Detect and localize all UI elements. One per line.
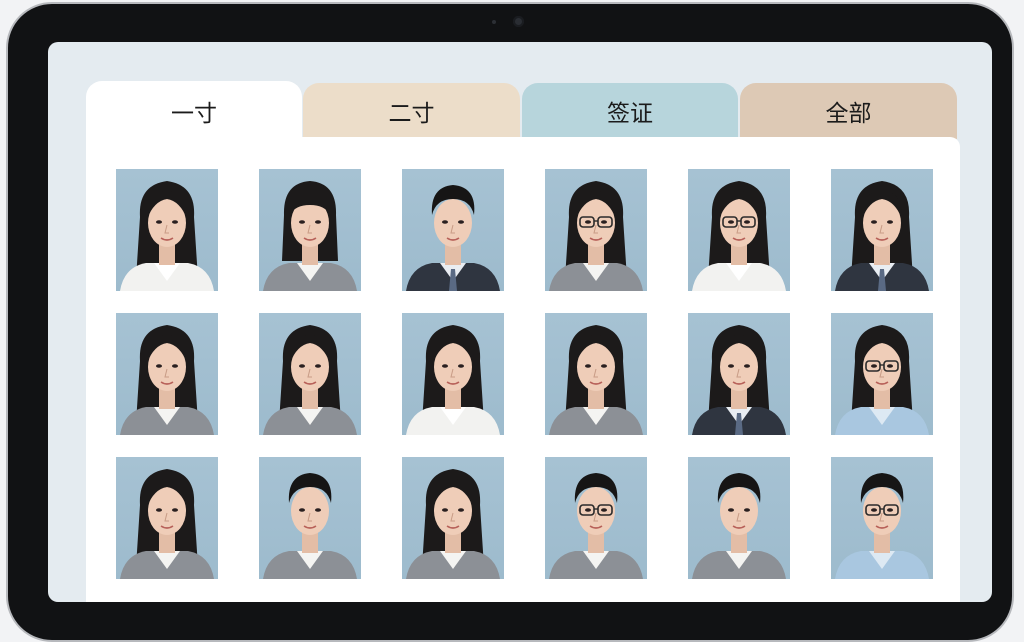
tab-all[interactable]: 全部 [740,83,957,139]
portrait-illustration [692,473,786,579]
portrait-illustration [120,325,214,435]
tab-one-inch-label: 一寸 [171,101,217,127]
sensor-dot [492,20,496,24]
id-photo-thumbnail[interactable] [545,169,647,291]
portrait-illustration [263,181,357,291]
id-photo-thumbnail[interactable] [259,169,361,291]
portrait-illustration [406,469,500,579]
portrait-illustration [835,325,929,435]
id-photo-thumbnail[interactable] [545,313,647,435]
id-photo-thumbnail[interactable] [402,313,504,435]
portrait-illustration [120,181,214,291]
portrait-illustration [549,181,643,291]
tab-all-label: 全部 [825,101,872,127]
id-photo-thumbnail[interactable] [688,313,790,435]
tab-visa-label: 签证 [607,101,653,127]
id-photo-thumbnail[interactable] [259,457,361,579]
portrait-illustration [263,325,357,435]
tab-two-inch-label: 二寸 [388,101,435,127]
portrait-illustration [406,185,500,291]
id-photo-thumbnail[interactable] [259,313,361,435]
id-photo-thumbnail[interactable] [688,457,790,579]
id-photo-thumbnail[interactable] [831,457,933,579]
portrait-illustration [549,325,643,435]
tablet-device-frame: 一寸 二寸 签证 全部 [6,2,1014,642]
photo-grid-panel [86,137,960,602]
portrait-illustration [549,473,643,579]
id-photo-thumbnail[interactable] [402,169,504,291]
portrait-illustration [835,181,929,291]
tab-two-inch[interactable]: 二寸 [303,83,520,139]
id-photo-thumbnail[interactable] [116,313,218,435]
portrait-illustration [692,181,786,291]
id-photo-thumbnail[interactable] [116,169,218,291]
id-photo-thumbnail[interactable] [116,457,218,579]
id-photo-thumbnail[interactable] [688,169,790,291]
portrait-illustration [263,473,357,579]
tablet-screen: 一寸 二寸 签证 全部 [48,42,992,602]
id-photo-thumbnail[interactable] [831,313,933,435]
portrait-illustration [406,325,500,435]
id-photo-thumbnail[interactable] [831,169,933,291]
portrait-illustration [692,325,786,435]
id-photo-thumbnail[interactable] [545,457,647,579]
id-photo-thumbnail[interactable] [402,457,504,579]
size-tab-bar: 一寸 二寸 签证 全部 [86,81,960,141]
tab-visa[interactable]: 签证 [522,83,738,139]
front-camera [513,16,524,27]
portrait-illustration [120,469,214,579]
tab-one-inch[interactable]: 一寸 [86,81,302,141]
portrait-illustration [835,473,929,579]
